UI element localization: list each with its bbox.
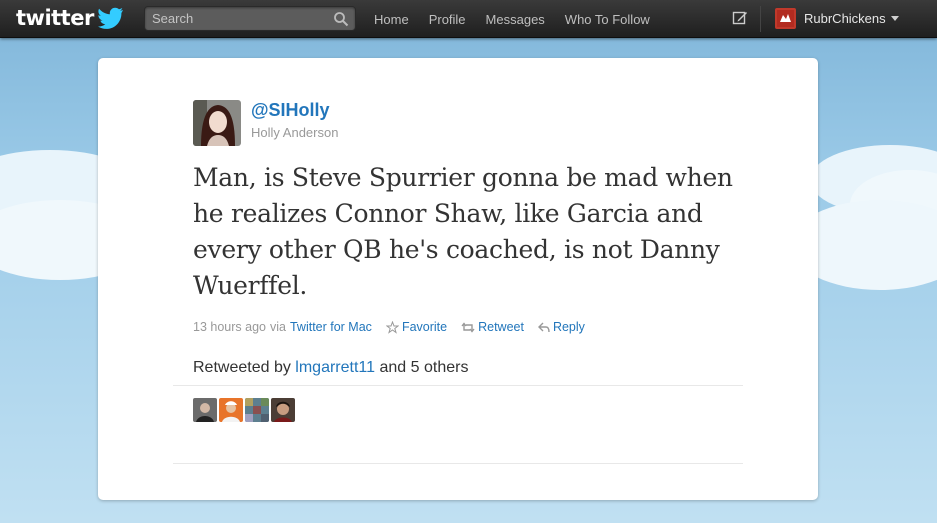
compose-icon[interactable] [732, 10, 748, 26]
reply-icon [537, 322, 550, 332]
topbar-divider [760, 6, 761, 32]
retweeted-by: Retweeted by lmgarrett11 and 5 others [193, 359, 468, 377]
retweet-button[interactable]: Retweet [461, 320, 524, 334]
tweet-card: @SIHolly Holly Anderson Man, is Steve Sp… [98, 58, 818, 500]
favorite-label: Favorite [401, 320, 448, 334]
retweeted-user-link[interactable]: lmgarrett11 [295, 359, 375, 376]
author-full-name: Holly Anderson [251, 125, 339, 140]
retweeted-suffix[interactable]: and 5 others [379, 359, 468, 376]
retweeter-avatar[interactable] [193, 398, 217, 422]
rubber-chicken-logo-icon [777, 10, 794, 27]
via-prefix: via [269, 320, 286, 334]
logo-text: twitter [16, 6, 94, 30]
top-bar: twitter Home Profile Messages Who To Fol… [0, 0, 937, 38]
retweet-icon [461, 321, 475, 333]
divider [173, 463, 743, 464]
reply-button[interactable]: Reply [537, 320, 585, 334]
account-avatar [775, 8, 796, 29]
favorite-button[interactable]: Favorite [385, 320, 448, 334]
tweet-meta: 13 hours ago via Twitter for Mac Favorit… [193, 320, 585, 334]
nav-home[interactable]: Home [374, 12, 409, 27]
tweet-text: Man, is Steve Spurrier gonna be mad when… [193, 163, 733, 300]
retweeter-avatar[interactable] [271, 398, 295, 422]
twitter-bird-icon [97, 7, 123, 29]
twitter-logo[interactable]: twitter [16, 5, 124, 31]
search-input[interactable] [145, 7, 325, 30]
retweet-label: Retweet [478, 320, 524, 334]
author-avatar[interactable] [193, 100, 241, 146]
via-client-link[interactable]: Twitter for Mac [290, 320, 372, 334]
retweeted-prefix: Retweeted by [193, 359, 291, 376]
tweet-timestamp[interactable]: 13 hours ago [193, 320, 266, 334]
account-name: RubrChickens [804, 11, 886, 26]
nav-profile[interactable]: Profile [429, 12, 466, 27]
main-nav: Home Profile Messages Who To Follow [374, 0, 670, 38]
divider [173, 385, 743, 386]
account-menu[interactable]: RubrChickens [775, 8, 899, 29]
nav-who-to-follow[interactable]: Who To Follow [565, 12, 650, 27]
author-handle[interactable]: @SIHolly [251, 100, 330, 121]
retweeter-avatar[interactable] [219, 398, 243, 422]
retweeter-avatar[interactable] [245, 398, 269, 422]
reply-label: Reply [552, 320, 585, 334]
chevron-down-icon [890, 16, 899, 21]
search-icon[interactable] [333, 11, 349, 27]
star-icon [385, 320, 399, 334]
nav-messages[interactable]: Messages [486, 12, 545, 27]
retweeter-avatars [193, 398, 295, 422]
search-box[interactable] [144, 6, 356, 31]
